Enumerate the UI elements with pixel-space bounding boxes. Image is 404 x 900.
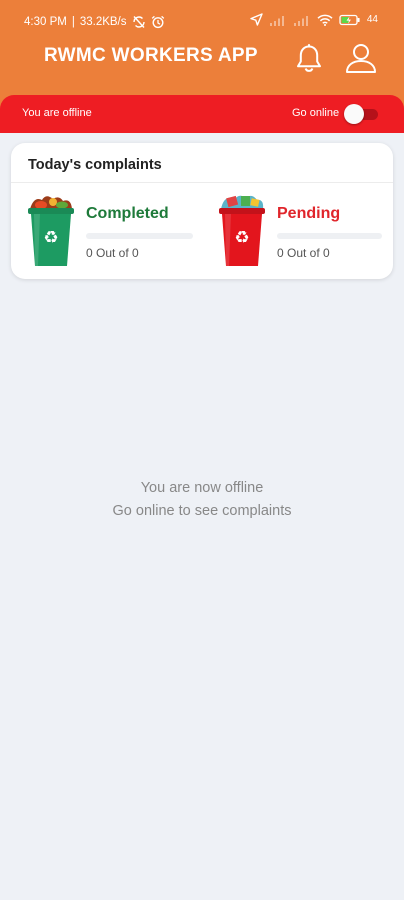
app-title: RWMC WORKERS APP bbox=[44, 45, 258, 66]
app-bar: RWMC WORKERS APP bbox=[0, 44, 404, 92]
go-online-label: Go online bbox=[292, 107, 340, 119]
empty-state-line-2: Go online to see complaints bbox=[112, 503, 292, 519]
location-arrow-icon bbox=[250, 13, 263, 26]
bell-icon[interactable] bbox=[293, 42, 325, 74]
battery-charging-icon bbox=[339, 14, 360, 25]
go-online-toggle[interactable] bbox=[344, 104, 378, 124]
status-time: 4:30 PM bbox=[24, 16, 67, 28]
status-bar-left: 4:30 PM | 33.2KB/s bbox=[24, 15, 165, 29]
user-icon[interactable] bbox=[344, 42, 378, 74]
sync-off-icon bbox=[132, 16, 145, 28]
offline-empty-state: You are now offline Go online to see com… bbox=[0, 477, 404, 523]
status-separator: | bbox=[71, 16, 75, 28]
alarm-icon bbox=[151, 15, 164, 29]
network-speed: 33.2KB/s bbox=[79, 16, 127, 28]
connection-status-bar: You are offline Go online bbox=[0, 95, 404, 133]
signal-icon bbox=[269, 15, 284, 26]
wifi-icon bbox=[317, 14, 333, 26]
signal-icon-2 bbox=[293, 15, 308, 26]
offline-status-text: You are offline bbox=[22, 107, 92, 119]
pending-count: 0 Out of 0 bbox=[277, 246, 330, 260]
pending-progress-bar bbox=[277, 233, 382, 239]
status-bar: 4:30 PM | 33.2KB/s 44 bbox=[0, 0, 404, 44]
completed-label: Completed bbox=[86, 205, 169, 222]
svg-text:♻: ♻ bbox=[43, 228, 58, 248]
card-divider bbox=[11, 182, 393, 183]
red-recycle-bin-icon: ♻ bbox=[219, 195, 265, 266]
toggle-knob bbox=[344, 104, 364, 124]
status-bar-right: 44 bbox=[250, 13, 378, 26]
empty-state-line-1: You are now offline bbox=[140, 480, 264, 496]
svg-text:♻: ♻ bbox=[234, 228, 249, 248]
complaints-card: Today's complaints ♻ Completed 0 Out of … bbox=[11, 143, 393, 279]
completed-count: 0 Out of 0 bbox=[86, 246, 139, 260]
completed-progress-bar bbox=[86, 233, 193, 239]
battery-percentage: 44 bbox=[366, 14, 378, 25]
pending-label: Pending bbox=[277, 205, 341, 222]
green-recycle-bin-icon: ♻ bbox=[28, 196, 74, 266]
complaints-card-title: Today's complaints bbox=[28, 157, 162, 173]
